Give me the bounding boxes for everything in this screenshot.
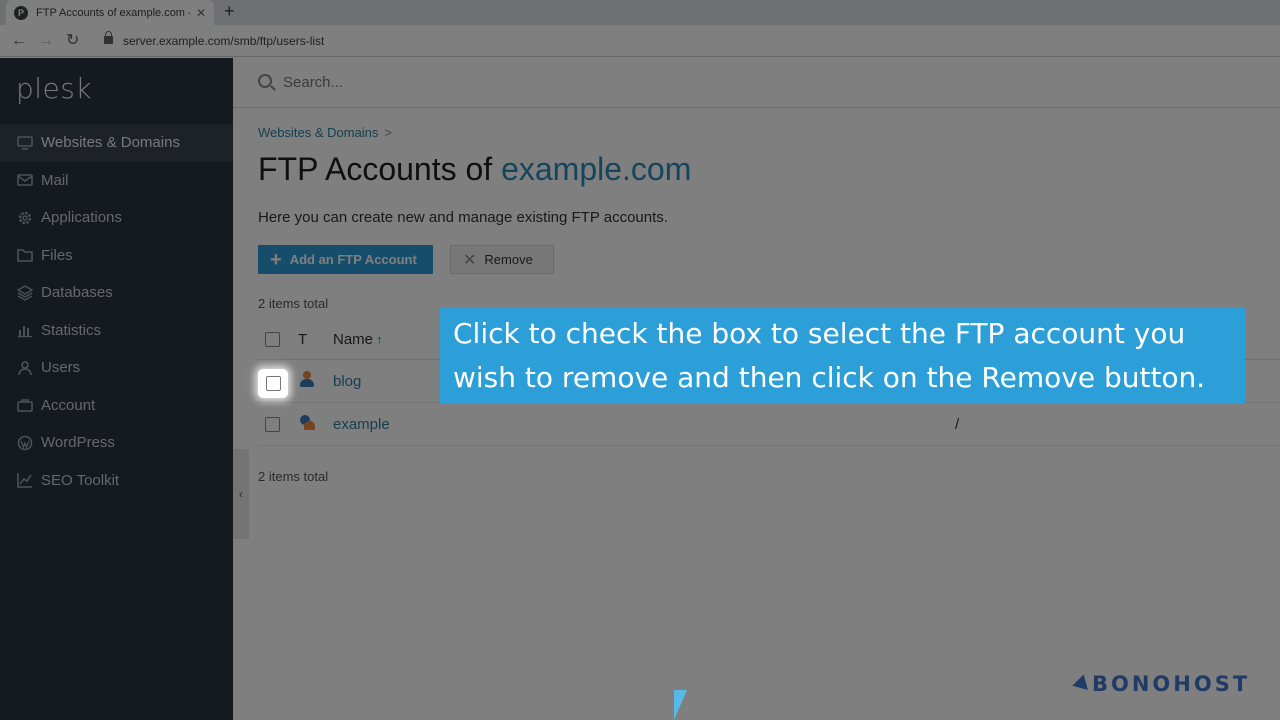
sidebar-item-label: Mail <box>41 171 69 189</box>
user-icon <box>16 359 34 377</box>
sidebar-item-applications[interactable]: Applications <box>0 199 233 237</box>
forward-arrow-icon[interactable]: → <box>38 31 54 51</box>
wordpress-icon <box>16 434 34 452</box>
new-tab-icon[interactable]: + <box>224 1 235 21</box>
address-bar: ← → ↻ server.example.com/smb/ftp/users-l… <box>0 25 1280 57</box>
briefcase-icon <box>16 396 34 414</box>
ftp-user-icon <box>298 370 318 392</box>
sidebar-item-label: Files <box>41 246 73 264</box>
reload-icon[interactable]: ↻ <box>66 31 79 51</box>
type-column-header[interactable]: T <box>298 331 318 348</box>
gear-icon <box>16 209 34 227</box>
sidebar: plesk Websites & Domains Mail Applicatio… <box>0 58 233 720</box>
tab-close-icon[interactable]: ✕ <box>196 6 206 20</box>
sidebar-item-label: Users <box>41 359 81 377</box>
search-icon <box>258 74 272 88</box>
plus-icon: + <box>270 248 282 271</box>
bonohost-watermark: BONOHOST <box>1070 672 1251 696</box>
sidebar-nav: Websites & Domains Mail Applications Fil… <box>0 124 233 499</box>
sidebar-item-files[interactable]: Files <box>0 237 233 275</box>
account-name-link[interactable]: blog <box>333 373 361 390</box>
breadcrumb-separator-icon: > <box>384 125 393 140</box>
blog-row-checkbox[interactable] <box>265 376 281 391</box>
sidebar-collapse-chevron-icon[interactable]: ‹ <box>233 449 249 539</box>
add-ftp-account-button[interactable]: + Add an FTP Account <box>258 245 433 274</box>
sidebar-item-users[interactable]: Users <box>0 349 233 387</box>
folder-icon <box>16 246 34 264</box>
ftp-domain-user-icon-graphic <box>298 413 316 431</box>
tab-title: FTP Accounts of example.com - Plesk <box>36 6 190 19</box>
page-title-domain-link[interactable]: example.com <box>501 151 691 187</box>
sidebar-item-label: Applications <box>41 209 122 227</box>
trend-chart-icon <box>16 471 34 489</box>
browser-tab[interactable]: P FTP Accounts of example.com - Plesk ✕ <box>6 0 214 25</box>
remove-button[interactable]: ✕ Remove <box>450 245 554 274</box>
sidebar-item-websites-domains[interactable]: Websites & Domains <box>0 124 233 162</box>
sidebar-item-label: Statistics <box>41 321 102 339</box>
browser-tab-bar: P FTP Accounts of example.com - Plesk ✕ … <box>0 0 1280 25</box>
plesk-favicon-icon: P <box>14 5 28 20</box>
bonohost-arrow-icon <box>1070 674 1088 694</box>
items-total-count-bottom: 2 items total <box>258 469 329 484</box>
ftp-user-icon-graphic <box>298 370 316 388</box>
sidebar-item-seo-toolkit[interactable]: SEO Toolkit <box>0 462 233 500</box>
sidebar-item-statistics[interactable]: Statistics <box>0 312 233 350</box>
name-column-label: Name <box>333 331 374 348</box>
select-all-checkbox[interactable] <box>265 332 280 347</box>
breadcrumb-link-websites-domains[interactable]: Websites & Domains <box>258 125 378 140</box>
sort-ascending-icon: ↑ <box>376 332 383 347</box>
plesk-logo[interactable]: plesk <box>16 72 92 105</box>
ftp-domain-user-icon <box>298 413 318 435</box>
sidebar-item-mail[interactable]: Mail <box>0 162 233 200</box>
sidebar-item-label: Account <box>41 396 96 414</box>
sidebar-item-databases[interactable]: Databases <box>0 274 233 312</box>
highlighted-checkbox-spotlight[interactable] <box>258 369 288 398</box>
database-icon <box>16 284 34 302</box>
url-field[interactable]: server.example.com/smb/ftp/users-list <box>123 34 324 48</box>
lock-icon[interactable] <box>104 31 113 44</box>
envelope-icon <box>16 171 34 189</box>
items-total-count: 2 items total <box>258 296 329 311</box>
account-home-path: / <box>955 415 960 433</box>
row-select-checkbox[interactable] <box>265 416 280 432</box>
table-row: example / <box>258 403 1280 446</box>
remove-label: Remove <box>484 252 533 267</box>
sidebar-item-wordpress[interactable]: WordPress <box>0 424 233 462</box>
sidebar-item-label: WordPress <box>41 434 115 452</box>
watermark-text: BONOHOST <box>1092 672 1251 696</box>
search-bar: Search... <box>233 58 1280 108</box>
page-title: FTP Accounts of example.com <box>258 151 691 188</box>
sidebar-item-account[interactable]: Account <box>0 387 233 425</box>
back-arrow-icon[interactable]: ← <box>11 31 27 51</box>
sidebar-item-label: Websites & Domains <box>41 134 180 152</box>
breadcrumb: Websites & Domains > <box>258 125 392 140</box>
sidebar-item-label: SEO Toolkit <box>41 471 120 489</box>
add-ftp-account-label: Add an FTP Account <box>289 252 417 267</box>
monitor-icon <box>16 134 34 152</box>
bar-chart-icon <box>16 321 34 339</box>
remove-x-icon: ✕ <box>463 251 477 269</box>
page-title-prefix: FTP Accounts of <box>258 151 502 187</box>
account-name-link[interactable]: example <box>333 416 390 433</box>
page-description: Here you can create new and manage exist… <box>258 209 668 226</box>
name-column-header[interactable]: Name ↑ <box>333 331 383 348</box>
search-input[interactable]: Search... <box>283 74 343 91</box>
sidebar-item-label: Databases <box>41 284 113 302</box>
tutorial-callout: Click to check the box to select the FTP… <box>440 307 1245 404</box>
mouse-pointer-icon <box>674 690 687 720</box>
